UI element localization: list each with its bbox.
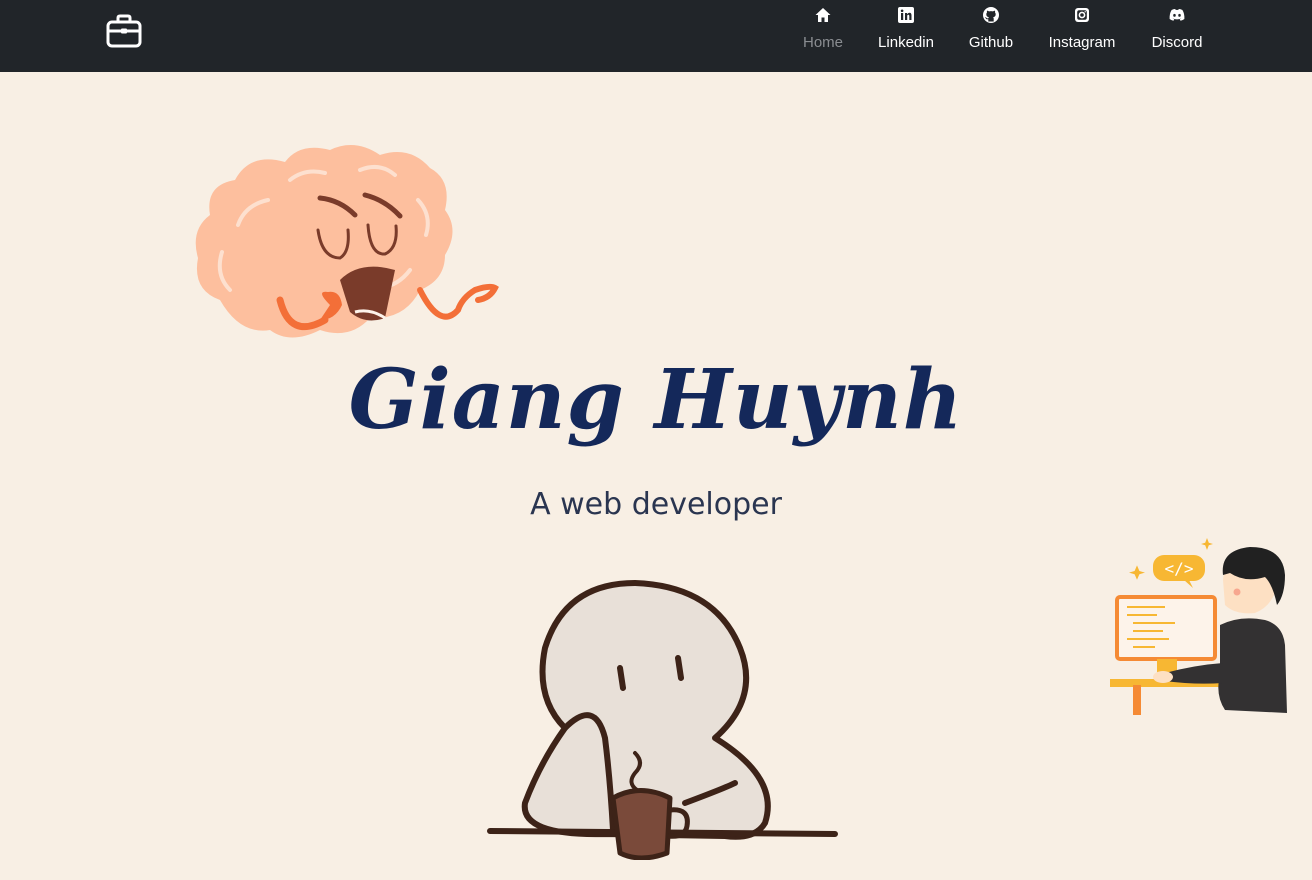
github-icon [983, 7, 999, 23]
hero-subtitle: A web developer [530, 487, 782, 522]
brain-coffee-illustration [195, 145, 499, 338]
nav-links: Home Linkedin Github Instagram Discord [0, 0, 1312, 72]
discord-icon [1169, 9, 1185, 21]
nav-linkedin-label: Linkedin [878, 34, 934, 51]
nav-home[interactable]: Home [801, 6, 845, 62]
instagram-icon [1075, 8, 1089, 22]
nav-github[interactable]: Github [964, 6, 1018, 62]
developer-illustration: </> [1110, 538, 1287, 715]
svg-text:</>: </> [1165, 559, 1194, 578]
hero-title: Giang Huynh [348, 352, 964, 448]
nav-discord-label: Discord [1151, 34, 1203, 51]
coffee-blob-illustration [487, 580, 838, 860]
top-navbar: Home Linkedin Github Instagram Discord [0, 0, 1312, 72]
nav-discord[interactable]: Discord [1147, 6, 1207, 62]
nav-instagram[interactable]: Instagram [1044, 6, 1120, 62]
home-icon [815, 8, 831, 22]
nav-github-label: Github [968, 34, 1014, 51]
nav-home-label: Home [802, 34, 843, 51]
nav-instagram-label: Instagram [1048, 34, 1116, 51]
nav-linkedin[interactable]: Linkedin [874, 6, 938, 62]
linkedin-icon [898, 7, 914, 23]
